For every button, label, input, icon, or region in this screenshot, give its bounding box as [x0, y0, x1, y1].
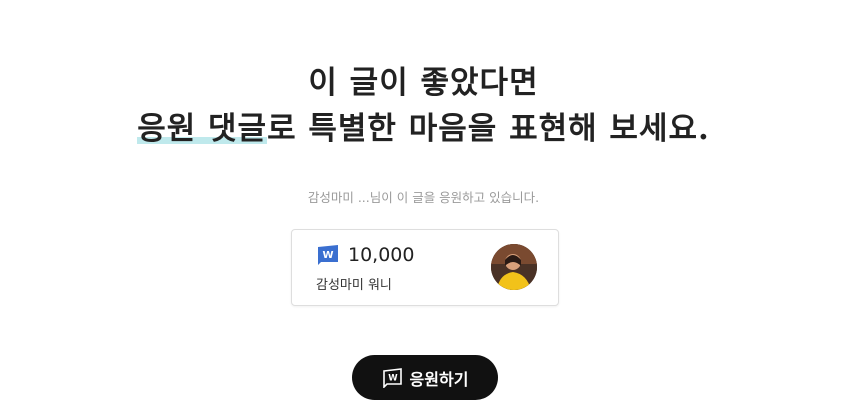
cheer-status-text: 감성마미 ...님이 이 글을 응원하고 있습니다.: [307, 190, 540, 205]
cheer-section: 이 글이 좋았다면 응원 댓글로 특별한 마음을 표현해 보세요. 감성마미 .…: [0, 0, 847, 408]
w-coin-icon: W: [316, 244, 342, 266]
svg-text:W: W: [322, 250, 333, 261]
headline-line-1: 이 글이 좋았다면: [308, 65, 539, 101]
support-amount: 10,000: [348, 244, 415, 266]
headline-line-2: 응원 댓글로 특별한 마음을 표현해 보세요.: [0, 106, 847, 152]
svg-text:W: W: [388, 373, 398, 383]
headline-line-2-rest: 로 특별한 마음을 표현해 보세요.: [267, 111, 710, 147]
cheer-button-label: 응원하기: [409, 369, 469, 389]
headline-highlight: 응원 댓글: [137, 111, 268, 147]
avatar[interactable]: [491, 244, 537, 290]
w-coin-icon: W: [382, 367, 404, 389]
cheer-button[interactable]: W 응원하기: [352, 355, 498, 400]
support-card[interactable]: W 10,000 감성마미 워니: [291, 229, 559, 306]
cheer-headline: 이 글이 좋았다면 응원 댓글로 특별한 마음을 표현해 보세요.: [0, 60, 847, 152]
supporter-name: 감성마미 워니: [316, 278, 392, 293]
support-amount-row: W 10,000: [316, 244, 414, 266]
